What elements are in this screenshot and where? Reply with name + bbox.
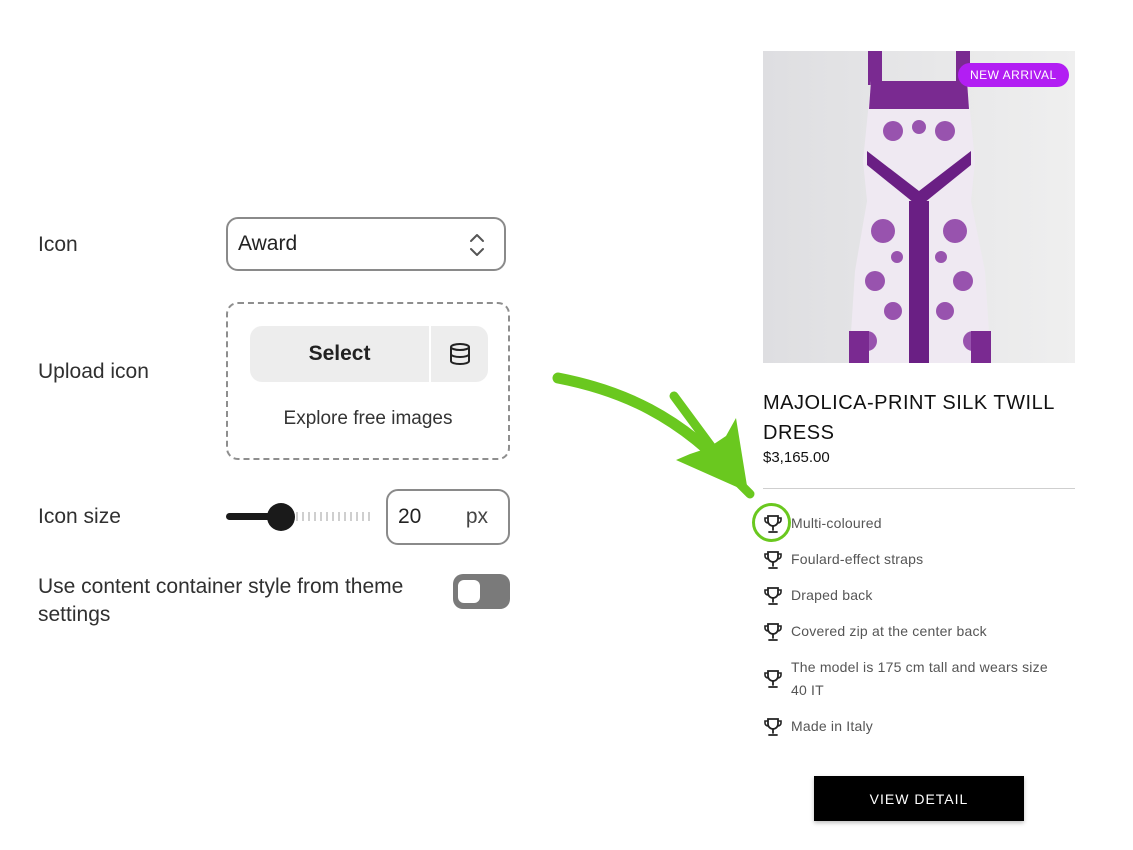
feature-text: Draped back [791, 587, 873, 603]
feature-text: Made in Italy [791, 718, 873, 734]
feature-item: Covered zip at the center back [763, 620, 1073, 643]
feature-item: Made in Italy [763, 715, 1073, 738]
feature-text: Covered zip at the center back [791, 623, 987, 639]
toggle-knob [458, 580, 480, 603]
icon-select-value: Award [238, 232, 298, 255]
library-button[interactable] [431, 326, 488, 382]
dress-image [763, 51, 1075, 363]
new-arrival-badge: NEW ARRIVAL [958, 63, 1069, 87]
product-image[interactable] [763, 51, 1075, 363]
upload-dropzone[interactable]: Select Explore free images [226, 302, 510, 460]
trophy-icon [764, 717, 782, 736]
green-arrow-icon [552, 372, 755, 499]
container-style-label: Use content container style from theme s… [38, 575, 404, 626]
feature-item: Draped back [763, 584, 1073, 607]
feature-text: Foulard-effect straps [791, 551, 924, 567]
select-button[interactable]: Select [250, 326, 431, 382]
feature-item: Foulard-effect straps [763, 548, 1073, 571]
icon-size-unit: px [465, 505, 488, 528]
database-icon [449, 343, 470, 366]
upload-icon-label: Upload icon [38, 360, 149, 383]
size-slider-thumb[interactable] [267, 503, 295, 531]
feature-item: The model is 175 cm tall and wears size … [763, 656, 1063, 702]
explore-free-images-link[interactable]: Explore free images [228, 408, 508, 430]
icon-size-value: 20 [398, 505, 422, 528]
container-style-toggle[interactable] [453, 574, 510, 609]
chevron-up-down-icon [470, 234, 484, 256]
icon-label: Icon [38, 233, 78, 256]
feature-item: Multi-coloured [763, 512, 1073, 535]
view-detail-button[interactable]: VIEW DETAIL [814, 776, 1024, 821]
trophy-icon [764, 670, 782, 688]
trophy-icon [764, 550, 782, 569]
highlight-circle [752, 503, 791, 542]
feature-text: The model is 175 cm tall and wears size … [791, 659, 1048, 698]
icon-size-label: Icon size [38, 505, 121, 528]
upload-button-group: Select [250, 326, 488, 382]
icon-select[interactable]: Award [226, 217, 506, 271]
feature-text: Multi-coloured [791, 515, 882, 531]
trophy-icon [764, 622, 782, 641]
size-slider-track[interactable] [284, 512, 372, 521]
divider [763, 488, 1075, 489]
trophy-icon [764, 586, 782, 605]
product-price: $3,165.00 [763, 449, 830, 466]
product-title[interactable]: MAJOLICA-PRINT SILK TWILL DRESS [763, 388, 1083, 448]
icon-size-input[interactable]: 20 px [386, 489, 510, 545]
